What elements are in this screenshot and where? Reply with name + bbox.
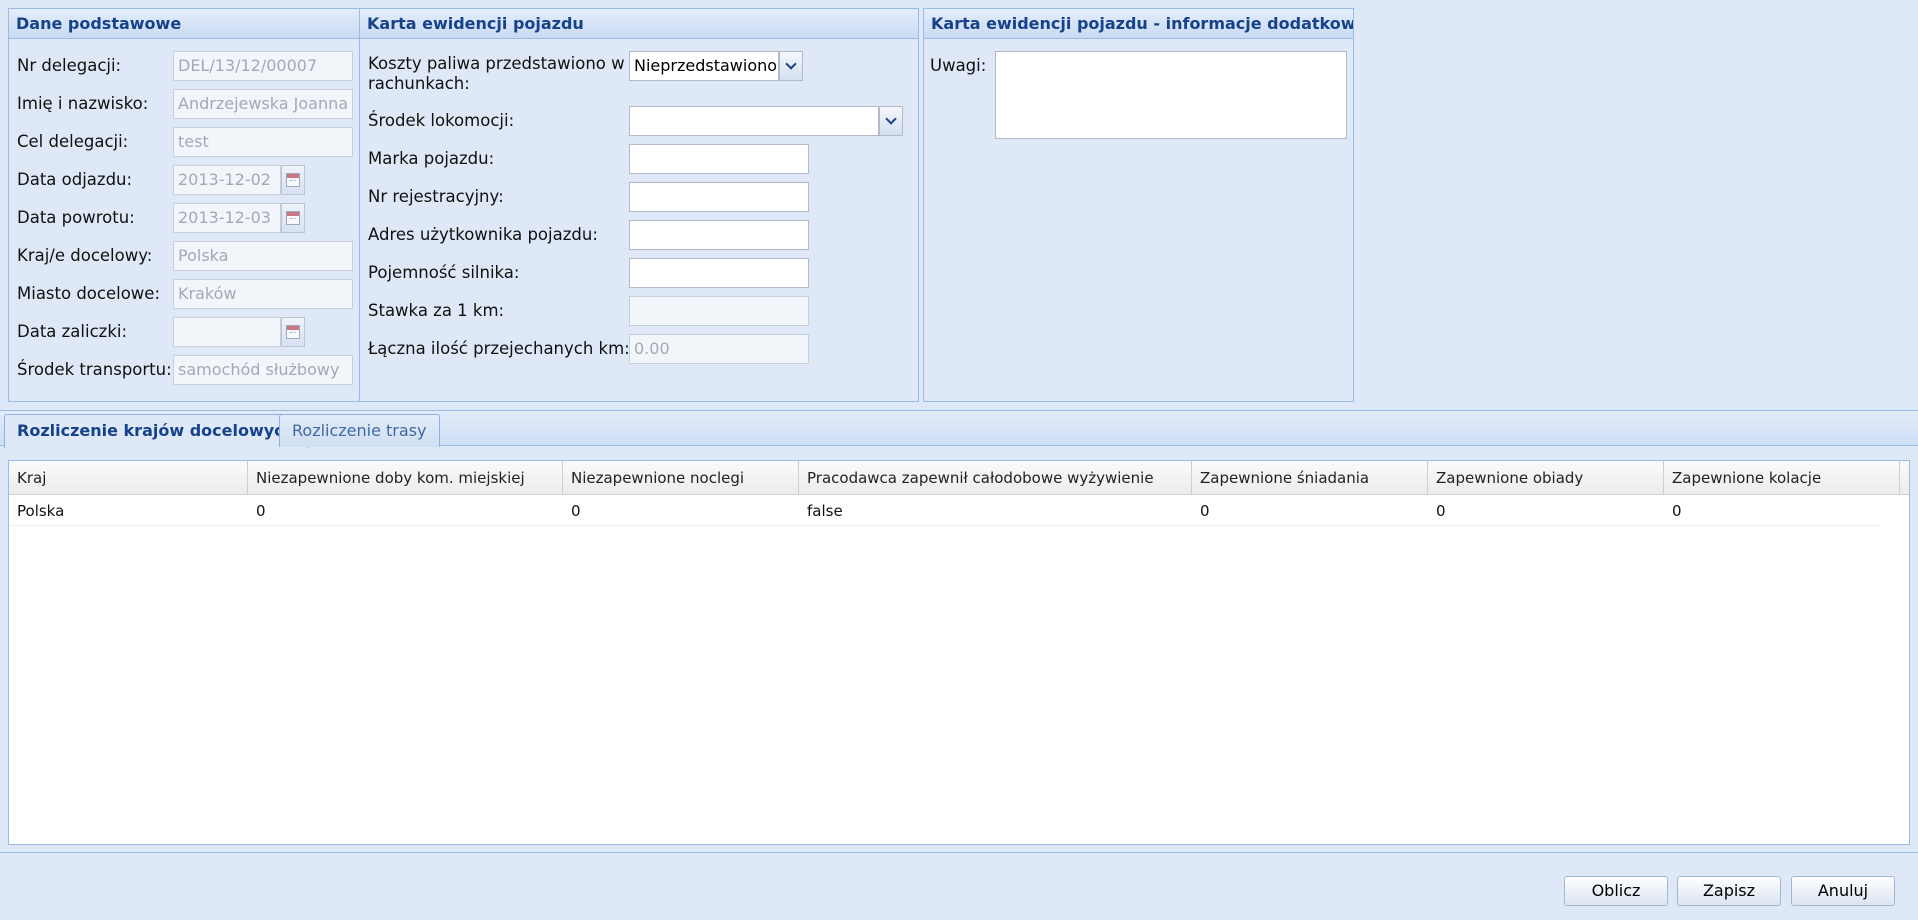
vehicle-extra-info-title: Karta ewidencji pojazdu - informacje dod…: [924, 9, 1353, 39]
notes-textarea[interactable]: [995, 51, 1347, 139]
delegation-number-field[interactable]: DEL/13/12/00007: [173, 51, 353, 81]
tab-destination-countries[interactable]: Rozliczenie krajów docelowych: [4, 414, 309, 448]
grid-header: Kraj Niezapewnione doby kom. miejskiej N…: [9, 461, 1909, 495]
vehicle-make-field[interactable]: [629, 144, 809, 174]
transport-means-dropdown-button[interactable]: [879, 106, 903, 136]
calendar-icon: [286, 325, 300, 339]
advance-date-picker-button[interactable]: [281, 317, 305, 347]
save-button[interactable]: Zapisz: [1677, 876, 1781, 906]
vehicle-make-label: Marka pojazdu:: [368, 149, 495, 168]
return-date-field[interactable]: 2013-12-03: [173, 203, 281, 233]
full-name-field[interactable]: Andrzejewska Joanna: [173, 89, 353, 119]
rate-per-km-field[interactable]: [629, 296, 809, 326]
column-header-dinners[interactable]: Zapewnione kolacje: [1664, 461, 1900, 495]
transport-field[interactable]: samochód służbowy: [173, 355, 353, 385]
vehicle-card-title: Karta ewidencji pojazdu: [360, 9, 918, 39]
fuel-costs-label-line2: rachunkach:: [368, 74, 470, 93]
destination-country-field[interactable]: Polska: [173, 241, 353, 271]
column-header-country[interactable]: Kraj: [9, 461, 248, 495]
departure-date-picker-button[interactable]: [281, 165, 305, 195]
cell-breakfasts: 0: [1200, 502, 1210, 520]
tab-strip: Rozliczenie krajów docelowych Rozliczeni…: [0, 410, 1918, 448]
basic-data-title: Dane podstawowe: [9, 9, 359, 39]
purpose-label: Cel delegacji:: [17, 132, 129, 151]
advance-date-field[interactable]: [173, 317, 281, 347]
cell-country: Polska: [17, 502, 65, 520]
cell-dinners: 0: [1672, 502, 1682, 520]
chevron-down-icon: [785, 58, 797, 70]
column-header-unsecured-days[interactable]: Niezapewnione doby kom. miejskiej: [248, 461, 563, 495]
transport-means-label: Środek lokomocji:: [368, 111, 515, 130]
destination-city-label: Miasto docelowe:: [17, 284, 161, 303]
calculate-button[interactable]: Oblicz: [1564, 876, 1668, 906]
fuel-costs-select[interactable]: Nieprzedstawiono: [629, 51, 779, 81]
rate-per-km-label: Stawka za 1 km:: [368, 301, 505, 320]
departure-date-field[interactable]: 2013-12-02: [173, 165, 281, 195]
cell-unsecured-nights: 0: [571, 502, 581, 520]
return-date-label: Data powrotu:: [17, 208, 135, 227]
column-header-breakfasts[interactable]: Zapewnione śniadania: [1192, 461, 1428, 495]
advance-date-label: Data zaliczki:: [17, 322, 128, 341]
column-header-unsecured-nights[interactable]: Niezapewnione noclegi: [563, 461, 799, 495]
vehicle-user-address-field[interactable]: [629, 220, 809, 250]
chevron-down-icon: [885, 113, 897, 125]
fuel-costs-label-line1: Koszty paliwa przedstawiono w: [368, 54, 625, 73]
column-header-full-board[interactable]: Pracodawca zapewnił całodobowe wyżywieni…: [799, 461, 1192, 495]
cell-lunches: 0: [1436, 502, 1446, 520]
purpose-field[interactable]: test: [173, 127, 353, 157]
cancel-button[interactable]: Anuluj: [1791, 876, 1895, 906]
engine-capacity-label: Pojemność silnika:: [368, 263, 520, 282]
destination-city-field[interactable]: Kraków: [173, 279, 353, 309]
vehicle-user-address-label: Adres użytkownika pojazdu:: [368, 225, 598, 244]
basic-data-fieldset: Dane podstawowe Nr delegacji: DEL/13/12/…: [8, 8, 360, 402]
transport-label: Środek transportu:: [17, 360, 172, 379]
cell-full-board: false: [807, 502, 843, 520]
total-km-field[interactable]: 0.00: [629, 334, 809, 364]
vehicle-extra-info-fieldset: Karta ewidencji pojazdu - informacje dod…: [923, 8, 1354, 402]
table-row[interactable]: Polska 0 0 false 0 0 0: [9, 496, 1881, 526]
cell-unsecured-days: 0: [256, 502, 266, 520]
transport-means-select[interactable]: [629, 106, 879, 136]
bottom-divider: [0, 852, 1918, 853]
vehicle-card-fieldset: Karta ewidencji pojazdu Koszty paliwa pr…: [359, 8, 919, 402]
fuel-costs-dropdown-button[interactable]: [779, 51, 803, 81]
notes-label: Uwagi:: [930, 56, 987, 75]
column-header-lunches[interactable]: Zapewnione obiady: [1428, 461, 1664, 495]
return-date-picker-button[interactable]: [281, 203, 305, 233]
registration-number-field[interactable]: [629, 182, 809, 212]
delegation-number-label: Nr delegacji:: [17, 56, 122, 75]
full-name-label: Imię i nazwisko:: [17, 94, 149, 113]
total-km-label: Łączna ilość przejechanych km:: [368, 339, 630, 358]
calendar-icon: [286, 173, 300, 187]
calendar-icon: [286, 211, 300, 225]
engine-capacity-field[interactable]: [629, 258, 809, 288]
registration-number-label: Nr rejestracyjny:: [368, 187, 504, 206]
departure-date-label: Data odjazdu:: [17, 170, 133, 189]
tab-route-settlement[interactable]: Rozliczenie trasy: [279, 414, 440, 447]
countries-grid: Kraj Niezapewnione doby kom. miejskiej N…: [8, 460, 1910, 845]
destination-country-label: Kraj/e docelowy:: [17, 246, 153, 265]
